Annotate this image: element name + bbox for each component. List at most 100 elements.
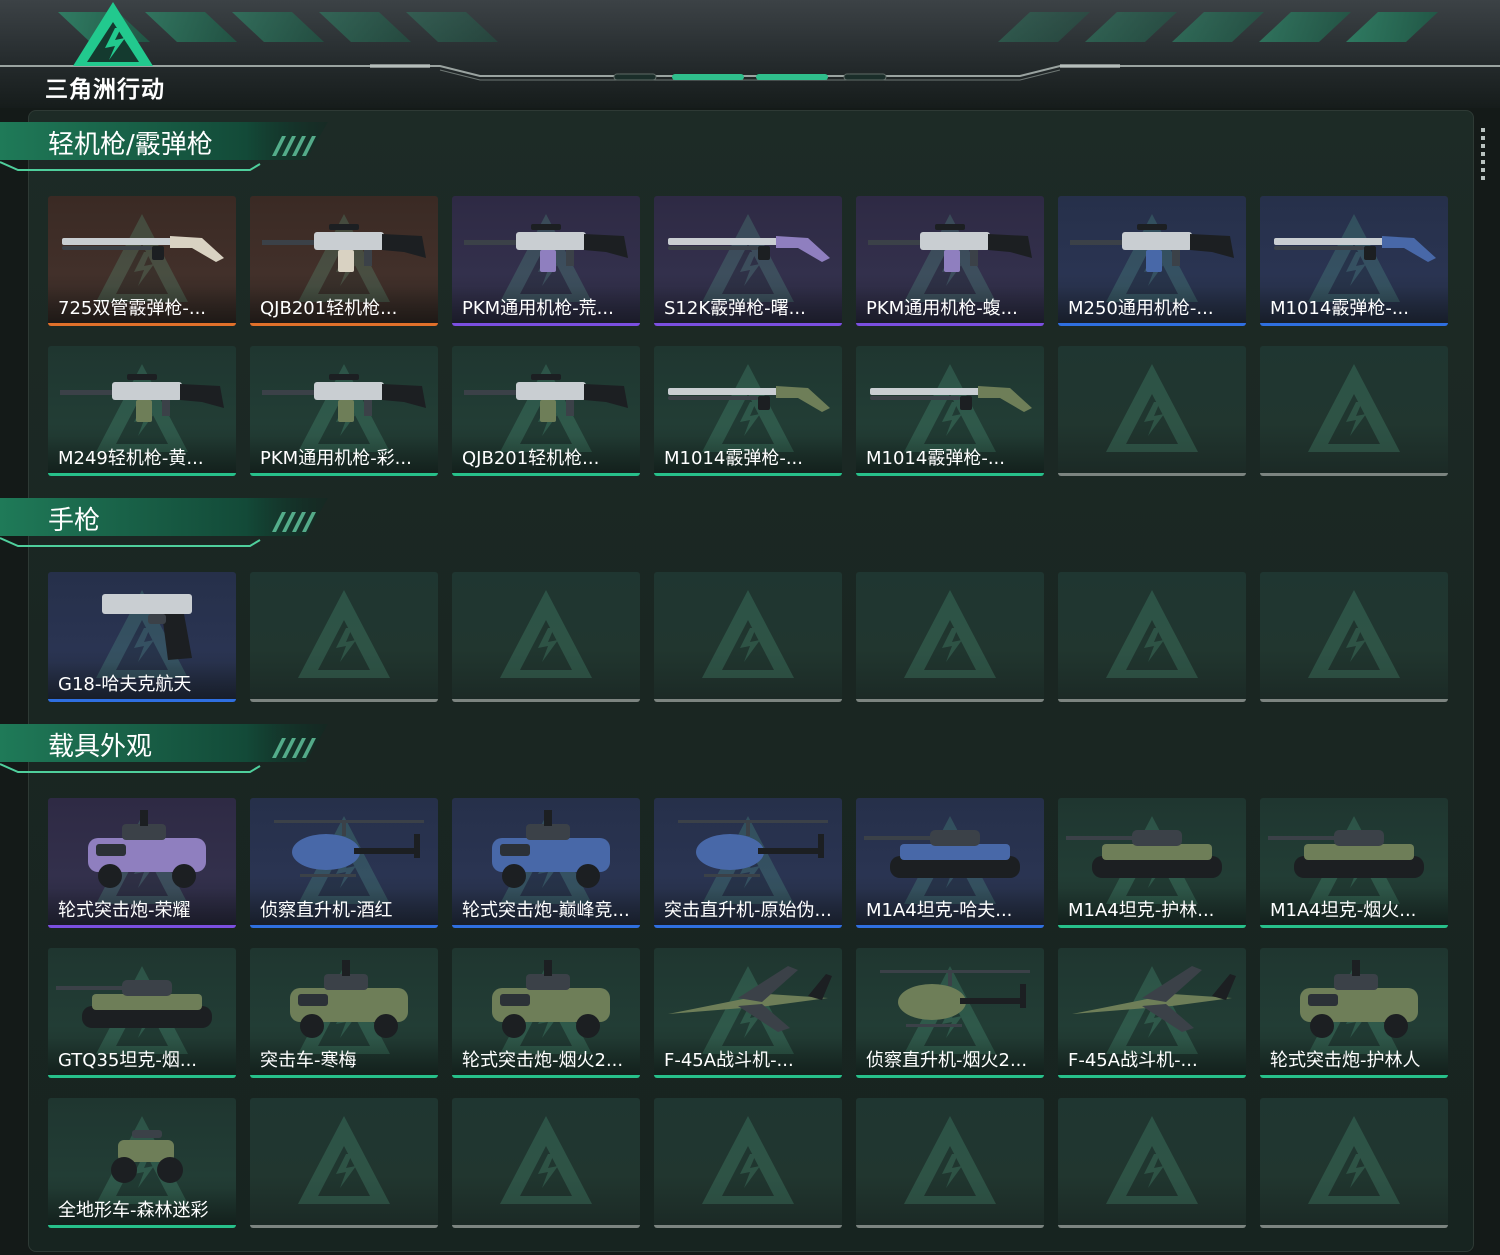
rarity-bar <box>1260 1225 1448 1228</box>
helicopter-icon <box>678 820 828 877</box>
item-label: 突击车-寒梅 <box>260 1050 357 1071</box>
item-card[interactable]: F-45A战斗机-... <box>654 948 842 1078</box>
item-label: QJB201轻机枪... <box>462 448 600 469</box>
item-card[interactable]: 725双管霰弹枪-... <box>48 196 236 326</box>
logo-text: 三角洲行动 <box>45 77 165 103</box>
rarity-bar <box>48 1075 236 1078</box>
item-card[interactable]: S12K霰弹枪-曙... <box>654 196 842 326</box>
rarity-bar <box>1260 925 1448 928</box>
rarity-bar <box>1058 925 1246 928</box>
armored-car-icon <box>1300 960 1418 1038</box>
rarity-bar <box>654 473 842 476</box>
item-card[interactable]: 侦察直升机-酒红 <box>250 798 438 928</box>
item-label: F-45A战斗机-... <box>1068 1050 1198 1071</box>
section-header: 载具外观 <box>0 720 340 776</box>
shotgun-icon <box>668 236 830 262</box>
item-label: M1014霰弹枪-... <box>866 448 1005 469</box>
rarity-bar <box>250 1225 438 1228</box>
item-label: 侦察直升机-烟火2... <box>866 1050 1028 1071</box>
item-card[interactable]: PKM通用机枪-荒... <box>452 196 640 326</box>
item-label: 725双管霰弹枪-... <box>58 298 207 319</box>
item-label: 轮式突击炮-烟火2... <box>462 1050 624 1071</box>
rarity-bar <box>654 1225 842 1228</box>
rarity-bar <box>1058 473 1246 476</box>
machine-gun-icon <box>868 224 1032 272</box>
empty-slot-icon <box>1308 590 1400 678</box>
item-label: PKM通用机枪-荒... <box>462 298 614 319</box>
shotgun-icon <box>870 386 1032 412</box>
item-card[interactable]: G18-哈夫克航天 <box>48 572 236 702</box>
rarity-bar <box>250 925 438 928</box>
scrollbar[interactable] <box>1481 128 1485 182</box>
item-card[interactable]: 轮式突击炮-荣耀 <box>48 798 236 928</box>
empty-slot-icon <box>702 590 794 678</box>
shotgun-icon <box>668 386 830 412</box>
empty-slot-card <box>452 572 640 702</box>
item-card[interactable]: QJB201轻机枪... <box>452 346 640 476</box>
item-card[interactable]: 突击直升机-原始伪... <box>654 798 842 928</box>
item-label: M250通用机枪-... <box>1068 298 1214 319</box>
rarity-bar <box>48 323 236 326</box>
rarity-bar <box>48 1225 236 1228</box>
helicopter-icon <box>274 820 424 877</box>
item-card[interactable]: M249轻机枪-黄... <box>48 346 236 476</box>
item-card[interactable]: M1A4坦克-护林... <box>1058 798 1246 928</box>
rarity-bar <box>856 323 1044 326</box>
rarity-bar <box>250 473 438 476</box>
item-label: M1A4坦克-哈夫... <box>866 900 1013 921</box>
item-label: PKM通用机枪-蝮... <box>866 298 1018 319</box>
item-card[interactable]: 轮式突击炮-护林人 <box>1260 948 1448 1078</box>
rarity-bar <box>1260 1075 1448 1078</box>
armored-car-icon <box>492 960 610 1038</box>
item-card[interactable]: 全地形车-森林迷彩 <box>48 1098 236 1228</box>
item-label: M1A4坦克-烟火... <box>1270 900 1417 921</box>
item-label: 侦察直升机-酒红 <box>260 900 393 921</box>
empty-slot-icon <box>1308 1116 1400 1204</box>
item-card[interactable]: M1014霰弹枪-... <box>856 346 1044 476</box>
item-card[interactable]: PKM通用机枪-蝮... <box>856 196 1044 326</box>
item-card[interactable]: 轮式突击炮-烟火2... <box>452 948 640 1078</box>
rarity-bar <box>1058 323 1246 326</box>
item-label: S12K霰弹枪-曙... <box>664 298 806 319</box>
empty-slot-card <box>1058 346 1246 476</box>
banner-decoration <box>0 12 1500 81</box>
item-card[interactable]: PKM通用机枪-彩... <box>250 346 438 476</box>
empty-slot-icon <box>904 590 996 678</box>
empty-slot-icon <box>1106 1116 1198 1204</box>
section-title: 轻机枪/霰弹枪 <box>48 130 213 160</box>
rarity-bar <box>856 699 1044 702</box>
rarity-bar <box>856 473 1044 476</box>
rarity-bar <box>48 473 236 476</box>
item-card[interactable]: QJB201轻机枪... <box>250 196 438 326</box>
item-card[interactable]: 突击车-寒梅 <box>250 948 438 1078</box>
item-card[interactable]: M250通用机枪-... <box>1058 196 1246 326</box>
item-card[interactable]: GTQ35坦克-烟... <box>48 948 236 1078</box>
item-card[interactable]: M1014霰弹枪-... <box>654 346 842 476</box>
rarity-bar <box>1260 699 1448 702</box>
rarity-bar <box>1058 1225 1246 1228</box>
shotgun-icon <box>62 236 224 262</box>
empty-slot-icon <box>298 1116 390 1204</box>
item-label: M1014霰弹枪-... <box>1270 298 1409 319</box>
item-card[interactable]: F-45A战斗机-... <box>1058 948 1246 1078</box>
empty-slot-card <box>654 572 842 702</box>
item-card[interactable]: 侦察直升机-烟火2... <box>856 948 1044 1078</box>
empty-slot-card <box>452 1098 640 1228</box>
empty-slot-icon <box>500 1116 592 1204</box>
item-card[interactable]: M1A4坦克-哈夫... <box>856 798 1044 928</box>
rarity-bar <box>856 1075 1044 1078</box>
shotgun-icon <box>1274 236 1436 262</box>
section-header: 手枪 <box>0 494 340 550</box>
tank-icon <box>864 830 1020 878</box>
item-card[interactable]: 轮式突击炮-巅峰竞... <box>452 798 640 928</box>
empty-slot-card <box>856 572 1044 702</box>
rarity-bar <box>654 699 842 702</box>
item-label: PKM通用机枪-彩... <box>260 448 412 469</box>
empty-slot-card <box>1058 572 1246 702</box>
item-label: F-45A战斗机-... <box>664 1050 794 1071</box>
rarity-bar <box>654 323 842 326</box>
item-card[interactable]: M1014霰弹枪-... <box>1260 196 1448 326</box>
pistol-icon <box>102 594 192 660</box>
item-label: 突击直升机-原始伪... <box>664 900 832 921</box>
item-card[interactable]: M1A4坦克-烟火... <box>1260 798 1448 928</box>
